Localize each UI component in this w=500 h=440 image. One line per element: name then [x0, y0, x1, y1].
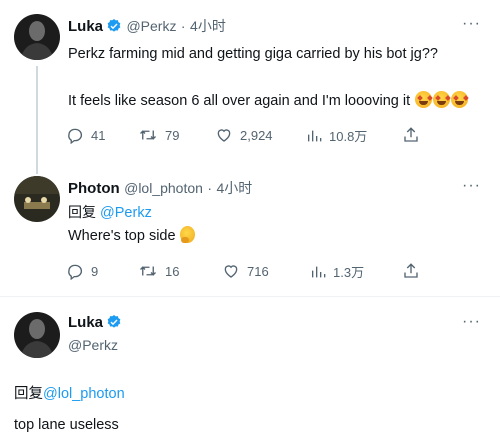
- tweet3-more-icon[interactable]: ···: [462, 313, 481, 331]
- star-struck-emoji: [433, 91, 451, 108]
- tweet2-reply-to-link[interactable]: @Perkz: [100, 205, 152, 221]
- tweet2-share-button[interactable]: [402, 262, 420, 280]
- tweet1-author-name[interactable]: Luka: [68, 18, 103, 35]
- tweet2-retweet-count: 16: [165, 263, 180, 279]
- tweet2-dot: ·: [207, 180, 213, 196]
- tweet2-author-name[interactable]: Photon: [68, 180, 120, 197]
- tweet-divider: [0, 296, 500, 297]
- tweet2-view-count: 1.3万: [333, 265, 365, 280]
- tweet2-reply-count: 9: [91, 263, 99, 279]
- thinking-face-emoji: [179, 226, 195, 243]
- star-struck-emoji: [415, 91, 433, 108]
- tweet1-text-line2: It feels like season 6 all over again an…: [68, 91, 469, 109]
- tweet2-time[interactable]: 4小时: [217, 180, 253, 196]
- tweet1-handle[interactable]: @Perkz: [126, 18, 176, 34]
- tweet2-like-count: 716: [247, 263, 269, 279]
- tweet2-more-icon[interactable]: ···: [462, 177, 481, 195]
- verified-icon: [107, 315, 121, 328]
- tweet2-reply-button[interactable]: 9: [66, 262, 98, 280]
- tweet1-text-line1: Perkz farming mid and getting giga carri…: [68, 46, 438, 62]
- thread-line: [36, 66, 38, 174]
- tweet2-header: Photon @lol_photon · 4小时: [68, 178, 252, 198]
- verified-icon: [107, 19, 121, 32]
- tweet2-views-button[interactable]: 1.3万: [310, 262, 364, 281]
- retweet-icon: [140, 266, 156, 276]
- tweet1-views-button[interactable]: 10.8万: [306, 126, 367, 145]
- tweet1-text-line2-content: It feels like season 6 all over again an…: [68, 93, 411, 109]
- retweet-icon: [140, 130, 156, 140]
- tweet1-reply-count: 41: [91, 127, 106, 143]
- tweet3-reply-to-link[interactable]: @lol_photon: [43, 386, 125, 402]
- tweet1-header: Luka @Perkz · 4小时: [68, 16, 226, 36]
- tweet2-like-button[interactable]: 716: [222, 262, 269, 280]
- tweet3-text: top lane useless: [14, 417, 119, 433]
- share-icon: [404, 263, 418, 278]
- reply-icon: [68, 264, 83, 280]
- tweet1-reply-button[interactable]: 41: [66, 126, 105, 144]
- tweet1-share-button[interactable]: [402, 126, 420, 144]
- tweet3-handle[interactable]: @Perkz: [68, 337, 118, 353]
- tweet2-handle[interactable]: @lol_photon: [124, 180, 203, 196]
- tweet1-like-button[interactable]: 2,924: [215, 126, 273, 144]
- reply-icon: [68, 128, 83, 144]
- avatar-luka[interactable]: [14, 14, 60, 60]
- tweet3-author: Luka: [68, 314, 122, 332]
- star-struck-emoji: [451, 91, 469, 108]
- tweet3-reply-context: 回复@lol_photon: [14, 382, 125, 403]
- tweet2-retweet-button[interactable]: 16: [138, 262, 179, 280]
- tweet1-time[interactable]: 4小时: [190, 18, 226, 34]
- tweet1-like-count: 2,924: [240, 127, 273, 143]
- tweet2-text: Where's top side: [68, 226, 195, 244]
- tweet1-retweet-count: 79: [165, 127, 180, 143]
- avatar-luka[interactable]: [14, 312, 60, 358]
- tweet3-reply-prefix: 回复: [14, 386, 43, 402]
- tweet1-retweet-button[interactable]: 79: [138, 126, 179, 144]
- tweet1-dot: ·: [180, 18, 186, 34]
- avatar-photon[interactable]: [14, 176, 60, 222]
- tweet1-more-icon[interactable]: ···: [462, 15, 481, 33]
- views-icon: [308, 130, 322, 141]
- like-icon: [217, 129, 231, 142]
- share-icon: [404, 127, 418, 142]
- tweet2-reply-prefix: 回复: [68, 204, 96, 220]
- tweet2-text-content: Where's top side: [68, 228, 176, 244]
- views-icon: [312, 266, 326, 277]
- tweet3-author-name[interactable]: Luka: [68, 314, 103, 331]
- like-icon: [224, 265, 238, 278]
- tweet2-reply-context: 回复 @Perkz: [68, 202, 152, 222]
- tweet1-view-count: 10.8万: [329, 129, 368, 144]
